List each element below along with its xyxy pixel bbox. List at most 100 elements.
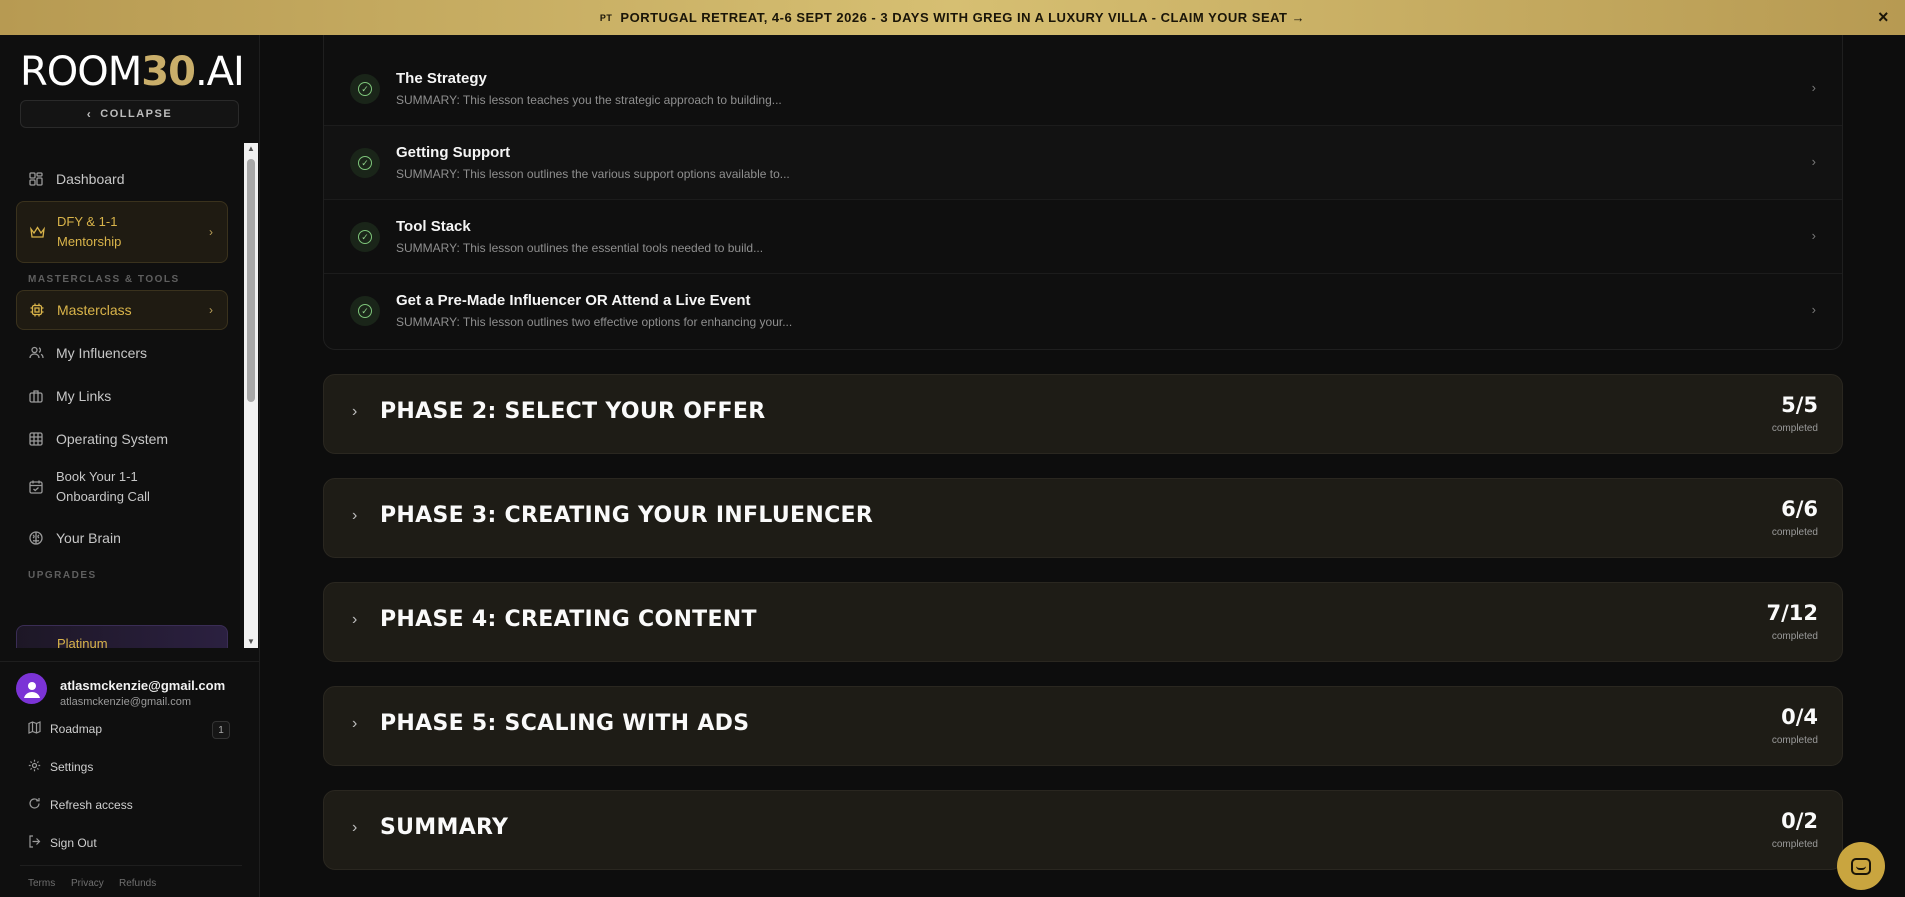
chevron-right-icon: › [209,303,213,317]
phase-progress-count: 6/6 [1781,497,1818,521]
sidebar-item-label: My Influencers [56,345,148,361]
upgrade-card-label: Platinum [57,636,108,648]
phase-title: PHASE 4: CREATING CONTENT [380,607,757,632]
sidebar-item-label: Dashboard [56,171,125,187]
lesson-row[interactable]: ✓ The Strategy SUMMARY: This lesson teac… [324,52,1842,126]
announcement-banner[interactable]: PT PORTUGAL RETREAT, 4-6 SEPT 2026 - 3 D… [0,0,1905,35]
lesson-summary: SUMMARY: This lesson outlines two effect… [396,315,793,329]
gear-icon [28,759,42,775]
users-icon [28,345,44,361]
chevron-right-icon: › [209,225,213,239]
phase-title: PHASE 2: SELECT YOUR OFFER [380,399,766,424]
sidebar-item-label: Your Brain [56,530,121,546]
sidebar-scrollbar[interactable]: ▲ ▼ [244,143,258,648]
sidebar-item-label: Operating System [56,431,169,447]
phase-accordion-summary[interactable]: › SUMMARY 0/2 completed [323,790,1843,870]
completed-check-icon: ✓ [350,222,380,252]
phase-1-lesson-list: ✓ The Strategy SUMMARY: This lesson teac… [323,35,1843,350]
refunds-link[interactable]: Refunds [119,878,156,889]
completed-check-icon: ✓ [350,74,380,104]
privacy-link[interactable]: Privacy [71,878,104,889]
chevron-right-icon: › [352,715,358,732]
brain-icon [28,530,44,546]
sidebar-item-your-brain[interactable]: Your Brain [16,522,228,554]
collapse-button[interactable]: ‹ COLLAPSE [20,100,239,128]
phase-progress-label: completed [1771,527,1818,538]
phase-accordion-3[interactable]: › PHASE 3: CREATING YOUR INFLUENCER 6/6 … [323,478,1843,558]
lesson-title: The Strategy [396,70,487,87]
sidebar-item-dashboard[interactable]: Dashboard [16,163,228,195]
refresh-access-label: Refresh access [50,798,133,812]
user-name: atlasmckenzie@gmail.com [60,678,226,693]
chevron-right-icon: › [1811,154,1816,169]
chevron-right-icon: › [352,611,358,628]
section-label-upgrades: UPGRADES [28,570,97,581]
calendar-icon [28,479,44,495]
sidebar-item-label: DFY & 1-1 Mentorship [57,214,122,249]
sidebar-item-label: My Links [56,388,112,404]
sidebar-item-masterclass[interactable]: Masterclass › [16,290,228,330]
sidebar-item-operating-system[interactable]: Operating System [16,423,228,455]
phase-title: SUMMARY [380,815,509,840]
briefcase-icon [28,388,44,404]
user-icon [23,681,40,698]
refresh-icon [28,797,42,813]
chevron-right-icon: › [352,507,358,524]
chat-icon [1851,857,1871,875]
user-email: atlasmckenzie@gmail.com [60,696,191,708]
chevron-right-icon: › [352,403,358,420]
chevron-left-icon: ‹ [86,107,93,121]
phase-accordion-4[interactable]: › PHASE 4: CREATING CONTENT 7/12 complet… [323,582,1843,662]
scroll-up-icon[interactable]: ▲ [244,143,258,155]
phase-progress-count: 5/5 [1781,393,1818,417]
footer-divider [20,865,242,866]
sign-out-link[interactable]: Sign Out [28,835,97,851]
phase-accordion-2[interactable]: › PHASE 2: SELECT YOUR OFFER 5/5 complet… [323,374,1843,454]
phase-accordion-5[interactable]: › PHASE 5: SCALING WITH ADS 0/4 complete… [323,686,1843,766]
scroll-down-icon[interactable]: ▼ [244,636,258,648]
logo-text-ai: .AI [194,49,245,95]
completed-check-icon: ✓ [350,148,380,178]
sidebar-item-label: Book Your 1-1 Onboarding Call [56,469,150,504]
collapse-label: COLLAPSE [100,108,173,120]
sidebar-item-my-links[interactable]: My Links [16,380,228,412]
lesson-row[interactable]: ✓ Get a Pre-Made Influencer OR Attend a … [324,274,1842,348]
support-chat-button[interactable] [1837,842,1885,890]
sidebar-item-mentorship[interactable]: DFY & 1-1 Mentorship › [16,201,228,263]
chevron-right-icon: › [352,819,358,836]
upgrade-card-platinum[interactable]: Platinum [16,625,228,648]
sidebar: ROOM30.AI ‹ COLLAPSE Dashboard DFY & 1-1… [0,35,260,897]
table-icon [28,431,44,447]
lesson-summary: SUMMARY: This lesson outlines the essent… [396,241,764,255]
portugal-flag-icon: PT [599,12,613,23]
lesson-summary: SUMMARY: This lesson teaches you the str… [396,93,782,107]
logo-text-room: ROOM [20,49,142,95]
terms-link[interactable]: Terms [28,878,55,889]
phase-title: PHASE 3: CREATING YOUR INFLUENCER [380,503,874,528]
roadmap-label: Roadmap [50,722,103,736]
settings-label: Settings [50,760,94,774]
sidebar-nav: Dashboard DFY & 1-1 Mentorship › MASTERC… [0,143,244,648]
phase-progress-label: completed [1771,631,1818,642]
lesson-row[interactable]: ✓ Getting Support SUMMARY: This lesson o… [324,126,1842,200]
grid-icon [28,171,44,187]
completed-check-icon: ✓ [350,296,380,326]
close-banner-icon[interactable]: × [1878,8,1889,26]
sidebar-item-book-onboarding-call[interactable]: Book Your 1-1 Onboarding Call [16,463,228,511]
roadmap-link[interactable]: Roadmap [28,721,102,737]
refresh-access-link[interactable]: Refresh access [28,797,133,813]
settings-link[interactable]: Settings [28,759,93,775]
banner-text[interactable]: PORTUGAL RETREAT, 4-6 SEPT 2026 - 3 DAYS… [620,10,1305,25]
lesson-row[interactable]: ✓ Tool Stack SUMMARY: This lesson outlin… [324,200,1842,274]
lesson-title: Tool Stack [396,218,471,235]
room30-logo[interactable]: ROOM30.AI [20,49,245,95]
scrollbar-thumb[interactable] [247,159,255,402]
sign-out-label: Sign Out [50,836,97,850]
sidebar-item-label: Masterclass [57,302,132,318]
lesson-title: Get a Pre-Made Influencer OR Attend a Li… [396,292,751,309]
logo-text-30: 30 [141,49,196,95]
sidebar-item-my-influencers[interactable]: My Influencers [16,337,228,369]
lesson-summary: SUMMARY: This lesson outlines the variou… [396,167,790,181]
user-profile[interactable]: atlasmckenzie@gmail.com atlasmckenzie@gm… [0,661,260,727]
lesson-title: Getting Support [396,144,511,161]
